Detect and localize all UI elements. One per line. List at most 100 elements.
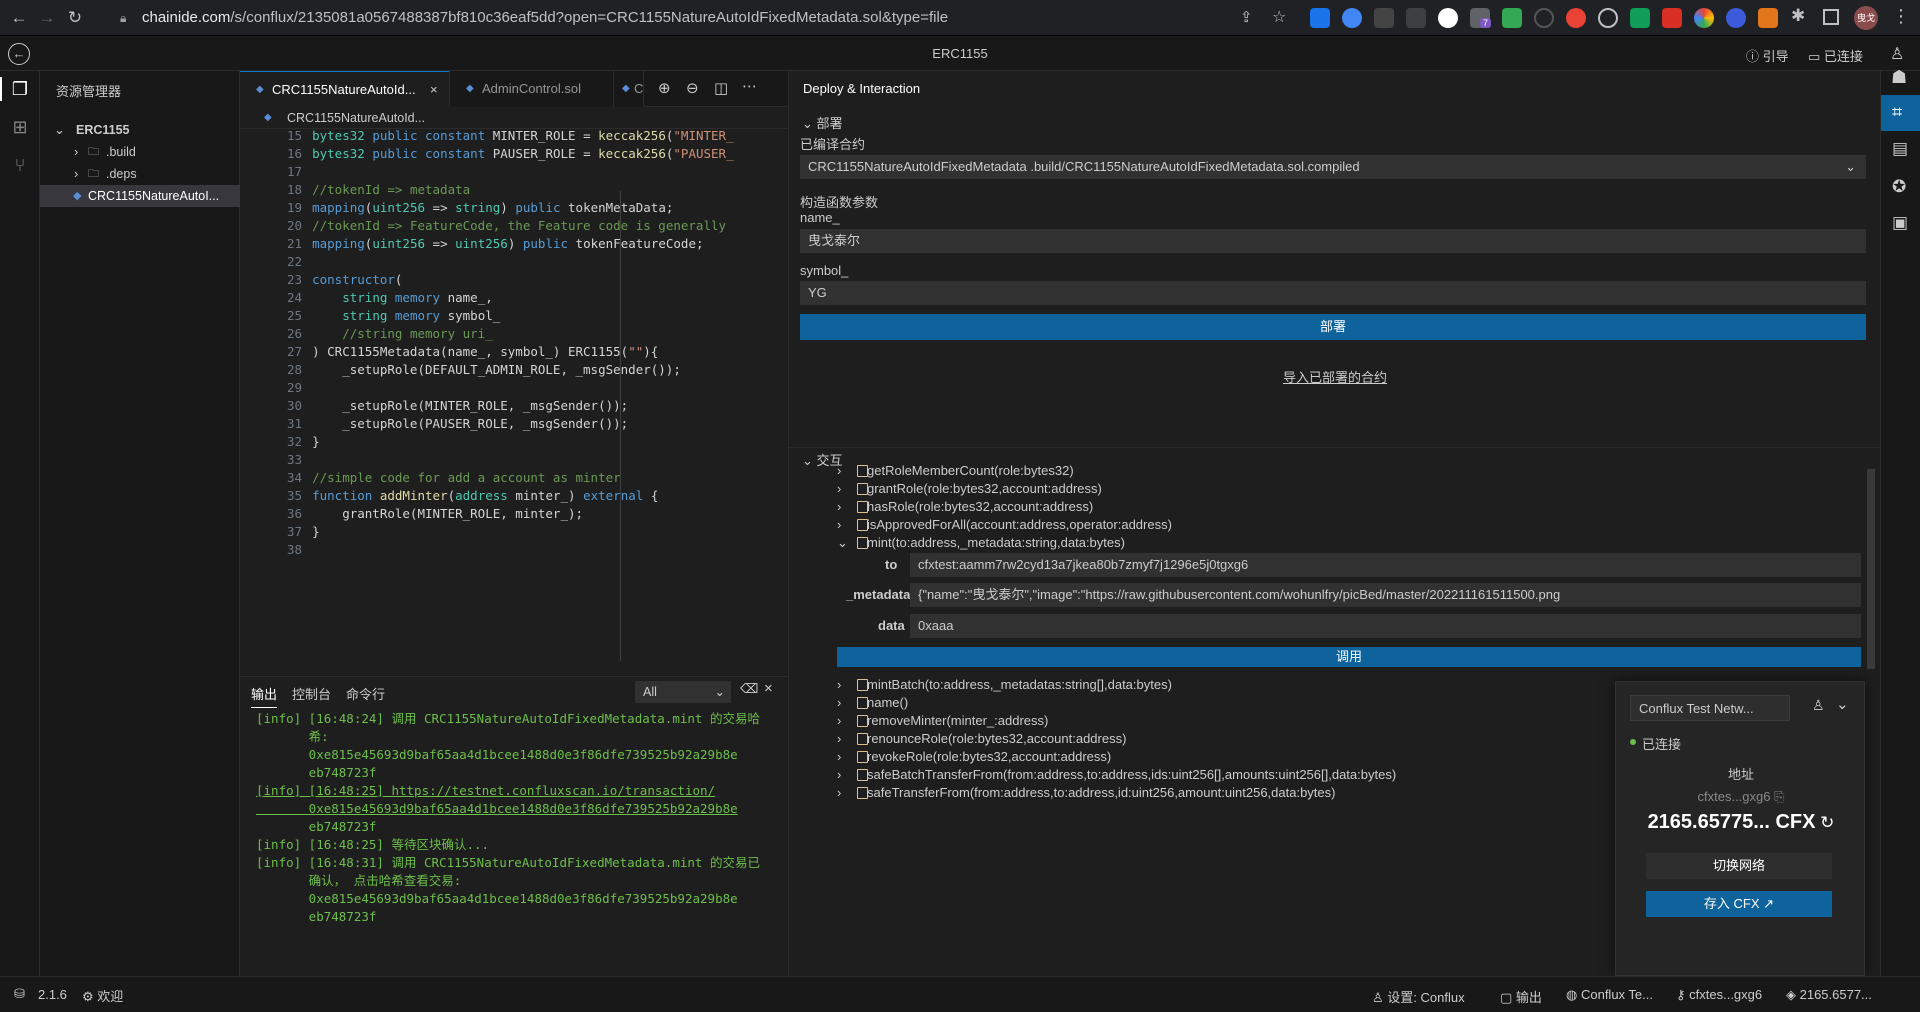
panel-tab-terminal[interactable]: 命令行 <box>346 684 385 703</box>
panel-tab-console[interactable]: 控制台 <box>292 684 331 703</box>
log-line: eb748723f <box>256 819 377 834</box>
output-toggle[interactable]: ▢ 输出 <box>1500 987 1542 1006</box>
output-filter-select[interactable]: All ⌄ <box>635 681 731 703</box>
extension-icon[interactable] <box>1726 8 1746 28</box>
close-icon[interactable]: × <box>430 72 438 108</box>
account-status[interactable]: ⚷ cfxtes...gxg6 <box>1676 987 1762 1003</box>
extension-icon[interactable] <box>1438 8 1458 28</box>
deposit-cfx-button[interactable]: 存入 CFX ↗ <box>1646 891 1832 917</box>
network-status[interactable]: ◍ Conflux Te... <box>1566 987 1653 1003</box>
deploy-button[interactable]: 部署 <box>800 314 1866 340</box>
scrollbar-thumb[interactable] <box>1867 469 1875 669</box>
log-line[interactable]: [info] [16:48:25] https://testnet.conflu… <box>256 782 715 800</box>
tab-admincontrol[interactable]: ◆ AdminControl.sol <box>450 71 614 107</box>
git-branch-icon[interactable]: ⑂ <box>8 153 32 177</box>
welcome-button[interactable]: ⚙ 欢迎 <box>82 986 123 1005</box>
sidepanel-icon[interactable] <box>1823 9 1839 25</box>
line-number: 33 <box>286 452 302 467</box>
compiled-label: 已编译合约 <box>800 137 866 152</box>
tree-root[interactable]: ⌄ ERC1155 <box>40 119 240 141</box>
clipboard-icon[interactable]: ▤ <box>1892 139 1908 159</box>
tab-crc1155[interactable]: ◆ CRC1155NatureAutoId... × <box>240 71 450 107</box>
zoom-out-icon[interactable]: ⊖ <box>686 79 699 97</box>
more-actions-icon[interactable]: ⋯ <box>742 77 757 95</box>
metamask-icon[interactable] <box>1758 8 1778 28</box>
param-input-metadata[interactable]: {"name":"曳戈泰尔","image":"https://raw.gith… <box>910 583 1861 607</box>
wallet-balance: 2165.65775... CFX ↻ <box>1616 811 1866 834</box>
extension-icon[interactable] <box>1598 8 1618 28</box>
log-line: [info] [16:48:31] 调用 CRC1155NatureAutoId… <box>256 855 760 870</box>
deploy-tool-active[interactable]: ⌗ <box>1881 95 1920 131</box>
user-icon[interactable]: ♙ <box>1890 44 1904 64</box>
wallet-address[interactable]: cfxtes...gxg6 ⎘ <box>1616 789 1866 805</box>
extension-icon[interactable] <box>1502 8 1522 28</box>
url-path: /s/conflux/2135081a0567488387bf810c36eaf… <box>230 9 949 26</box>
back-arrow-icon[interactable]: ← <box>8 7 30 29</box>
call-button[interactable]: 调用 <box>837 647 1861 667</box>
tree-item-deps[interactable]: › 🗀 .deps <box>40 163 240 185</box>
verify-badge-icon[interactable]: ✪ <box>1892 177 1906 197</box>
symbol-input[interactable]: YG <box>800 281 1866 305</box>
close-panel-icon[interactable]: × <box>764 680 773 697</box>
switch-network-button[interactable]: 切换网络 <box>1646 853 1832 879</box>
param-label-to: to <box>885 557 898 572</box>
line-source: bytes32 public constant MINTER_ROLE = ke… <box>312 129 734 143</box>
forward-arrow-icon[interactable]: → <box>36 7 58 29</box>
param-input-data[interactable]: 0xaaa <box>910 614 1861 638</box>
copy-icon[interactable]: ⎘ <box>1770 789 1784 804</box>
extension-icon[interactable] <box>1566 8 1586 28</box>
connection-status-button[interactable]: ▭ 已连接 <box>1808 46 1863 65</box>
tab-overflow[interactable]: ◆ C <box>614 71 644 107</box>
extension-icon[interactable] <box>1310 8 1330 28</box>
explorer-header: 资源管理器 <box>56 84 122 99</box>
extension-icon[interactable] <box>1406 8 1426 28</box>
name-input[interactable]: 曳戈泰尔 <box>800 229 1866 253</box>
robot-icon[interactable]: ☗ <box>1891 67 1907 88</box>
extension-icon[interactable] <box>1694 8 1714 28</box>
bookmark-star-icon[interactable]: ☆ <box>1272 7 1286 27</box>
explorer-files-icon[interactable]: ❐ <box>0 77 38 101</box>
kebab-menu-icon[interactable]: ⋮ <box>1892 6 1910 27</box>
refresh-icon[interactable]: ↻ <box>1815 813 1834 832</box>
split-editor-icon[interactable]: ◫ <box>714 79 728 97</box>
zoom-in-icon[interactable]: ⊕ <box>658 79 671 97</box>
chevron-right-icon: › <box>837 731 842 746</box>
deploy-section-toggle[interactable]: ⌄ 部署 <box>802 113 843 132</box>
extension-icon[interactable]: 7 <box>1470 8 1492 28</box>
right-activity-bar: ☗ ⌗ ▤ ✪ ▣ <box>1880 67 1920 976</box>
share-icon[interactable]: ⇪ <box>1240 8 1253 26</box>
breadcrumb: ◆ CRC1155NatureAutoId... <box>240 107 788 129</box>
indent-guide <box>620 191 621 661</box>
tree-item-sol-file[interactable]: ◆ CRC1155NatureAutoI... <box>40 185 240 207</box>
param-label-metadata: _metadata <box>846 587 911 602</box>
user-icon: ♙ <box>1372 990 1388 1005</box>
plugins-icon[interactable]: ⊞ <box>8 115 32 139</box>
address-bar[interactable]: 🔒︎ chainide.com/s/conflux/2135081a056748… <box>108 5 1268 31</box>
tree-item-build[interactable]: › 🗀 .build <box>40 141 240 163</box>
extension-icon[interactable] <box>1662 8 1682 28</box>
param-input-to[interactable]: cfxtest:aamm7rw2cyd13a7jkea80b7zmyf7j129… <box>910 553 1861 577</box>
balance-status[interactable]: ◈ 2165.6577... <box>1786 987 1872 1003</box>
compiled-contract-select[interactable]: CRC1155NatureAutoIdFixedMetadata .build/… <box>800 155 1866 179</box>
code-area[interactable]: 15 bytes32 public constant MINTER_ROLE =… <box>240 129 788 676</box>
extension-icon[interactable] <box>1534 8 1554 28</box>
extension-icon[interactable] <box>1630 8 1650 28</box>
account-icon[interactable]: ♙ <box>1812 697 1825 714</box>
extension-icon[interactable] <box>1342 8 1362 28</box>
extension-icon[interactable] <box>1374 8 1394 28</box>
network-select[interactable]: Conflux Test Netw... <box>1630 695 1790 721</box>
activity-bar: ❐ ⊞ ⑂ <box>0 71 40 976</box>
chevron-down-icon[interactable]: ⌄ <box>1836 695 1849 713</box>
toolbox-icon[interactable]: ▣ <box>1892 213 1908 233</box>
output-label: 输出 <box>1515 990 1542 1005</box>
clear-output-icon[interactable]: ⌫ <box>740 681 758 697</box>
profile-avatar[interactable]: 曳戈 <box>1854 6 1878 30</box>
puzzle-icon[interactable]: ✱ <box>1791 6 1805 26</box>
compiled-value: CRC1155NatureAutoIdFixedMetadata .build/… <box>808 159 1360 174</box>
guide-button[interactable]: ⓘ 引导 <box>1746 46 1789 65</box>
import-deployed-link[interactable]: 导入已部署的合约 <box>789 367 1881 386</box>
deposit-label: 存入 CFX <box>1703 896 1760 911</box>
line-number: 38 <box>286 542 302 557</box>
reload-icon[interactable]: ↻ <box>64 7 86 29</box>
settings-item[interactable]: ♙ 设置: Conflux <box>1372 987 1465 1006</box>
